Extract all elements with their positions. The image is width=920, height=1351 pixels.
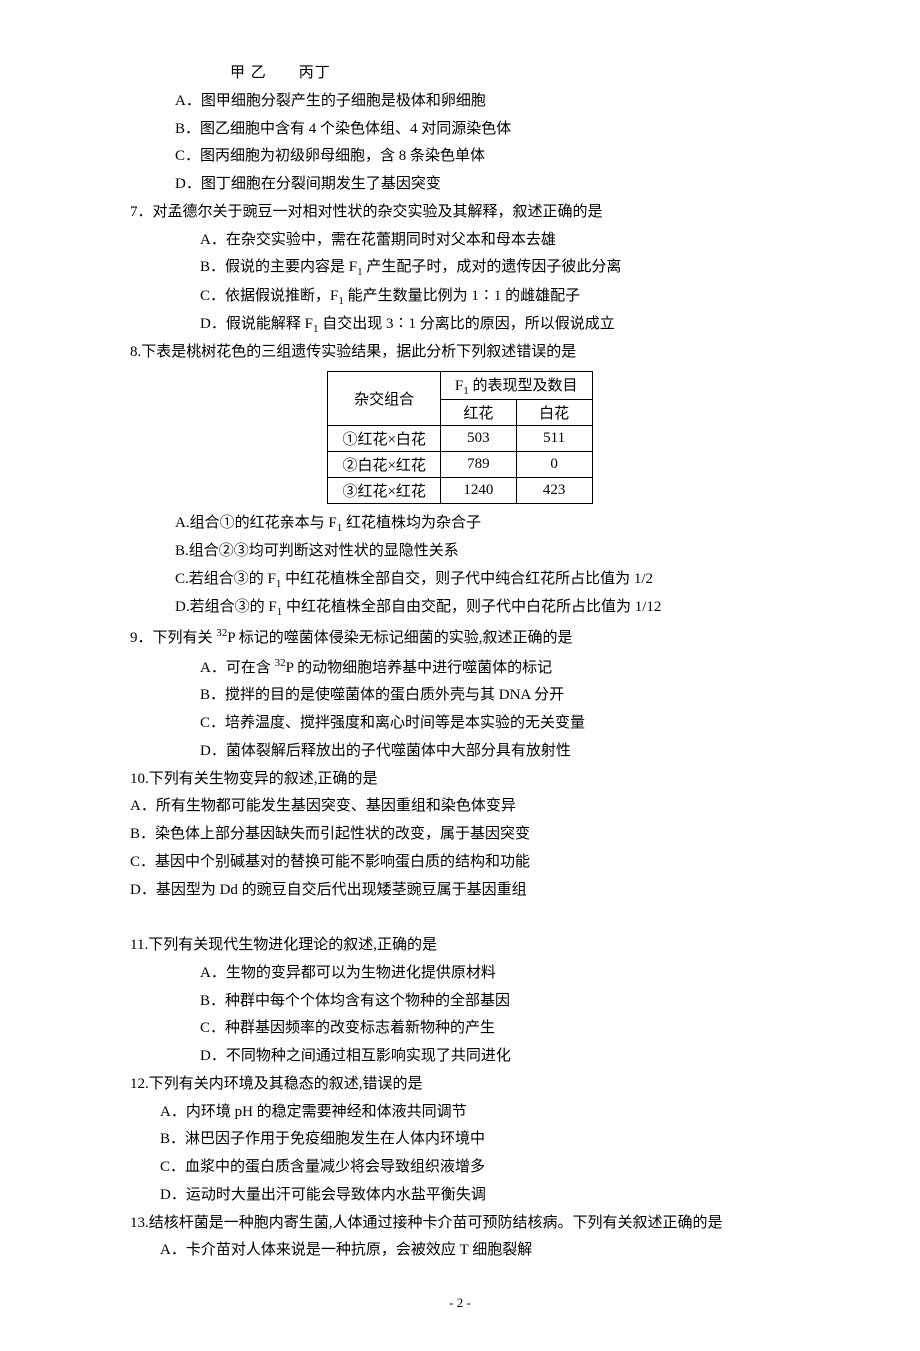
q9-option-a: A．可在含 32P 的动物细胞培养基中进行噬菌体的标记 <box>100 653 820 683</box>
q6-option-c: C．图丙细胞为初级卵母细胞，含 8 条染色单体 <box>100 143 820 171</box>
q11-option-c: C．种群基因频率的改变标志着新物种的产生 <box>100 1015 820 1043</box>
q7-b-pre: B．假说的主要内容是 F <box>200 259 357 275</box>
q9-option-b: B．搅拌的目的是使噬菌体的蛋白质外壳与其 DNA 分开 <box>100 682 820 710</box>
cell-red: 789 <box>440 452 516 478</box>
q7-d-pre: D．假说能解释 F <box>200 316 313 332</box>
q10-option-d: D．基因型为 Dd 的豌豆自交后代出现矮茎豌豆属于基因重组 <box>100 877 820 905</box>
q9-a-post: P 的动物细胞培养基中进行噬菌体的标记 <box>286 660 553 676</box>
th-white: 白花 <box>516 400 592 426</box>
th-red: 红花 <box>440 400 516 426</box>
q13-option-a: A．卡介苗对人体来说是一种抗原，会被效应 T 细胞裂解 <box>100 1237 820 1265</box>
q7-c-pre: C．依据假说推断，F <box>200 288 338 304</box>
cell-red: 503 <box>440 426 516 452</box>
q7-b-post: 产生配子时，成对的遗传因子彼此分离 <box>363 259 622 275</box>
table-header-row: 杂交组合 F1 的表现型及数目 <box>328 372 592 400</box>
cell-cross: ③红花×红花 <box>328 478 440 504</box>
blank-line <box>100 904 820 932</box>
q11-option-d: D．不同物种之间通过相互影响实现了共同进化 <box>100 1043 820 1071</box>
q8-option-a: A.组合①的红花亲本与 F1 红花植株均为杂合子 <box>100 510 820 538</box>
q10-option-c: C．基因中个别碱基对的替换可能不影响蛋白质的结构和功能 <box>100 849 820 877</box>
q8-table: 杂交组合 F1 的表现型及数目 红花 白花 ①红花×白花 503 511 ②白花… <box>327 371 592 504</box>
q9-stem-post: P 标记的噬菌体侵染无标记细菌的实验,叙述正确的是 <box>227 630 572 646</box>
table-row: ③红花×红花 1240 423 <box>328 478 592 504</box>
table-row: ①红花×白花 503 511 <box>328 426 592 452</box>
q6-option-d: D．图丁细胞在分裂间期发生了基因突变 <box>100 171 820 199</box>
q8-d-pre: D.若组合③的 F <box>175 599 277 615</box>
page-number: - 2 - <box>100 1265 820 1311</box>
cell-red: 1240 <box>440 478 516 504</box>
q11-stem: 11.下列有关现代生物进化理论的叙述,正确的是 <box>100 932 820 960</box>
q11-option-b: B．种群中每个个体均含有这个物种的全部基因 <box>100 988 820 1016</box>
q8-stem: 8.下表是桃树花色的三组遗传实验结果，据此分析下列叙述错误的是 <box>100 339 820 367</box>
figure-label-row: 甲 乙 丙丁 <box>100 60 820 88</box>
superscript-32: 32 <box>275 657 286 669</box>
q12-option-d: D．运动时大量出汗可能会导致体内水盐平衡失调 <box>100 1182 820 1210</box>
table-row: ②白花×红花 789 0 <box>328 452 592 478</box>
cell-white: 0 <box>516 452 592 478</box>
q7-option-b: B．假说的主要内容是 F1 产生配子时，成对的遗传因子彼此分离 <box>100 254 820 282</box>
q12-stem: 12.下列有关内环境及其稳态的叙述,错误的是 <box>100 1071 820 1099</box>
th-cross: 杂交组合 <box>328 372 440 426</box>
q7-option-d: D．假说能解释 F1 自交出现 3∶1 分离比的原因，所以假说成立 <box>100 311 820 339</box>
q8-a-pre: A.组合①的红花亲本与 F <box>175 515 337 531</box>
q7-stem: 7．对孟德尔关于豌豆一对相对性状的杂交实验及其解释，叙述正确的是 <box>100 199 820 227</box>
document-page: 甲 乙 丙丁 A．图甲细胞分裂产生的子细胞是极体和卵细胞 B．图乙细胞中含有 4… <box>0 0 920 1351</box>
q10-option-b: B．染色体上部分基因缺失而引起性状的改变，属于基因突变 <box>100 821 820 849</box>
q9-a-pre: A．可在含 <box>200 660 275 676</box>
q9-option-d: D．菌体裂解后释放出的子代噬菌体中大部分具有放射性 <box>100 738 820 766</box>
q9-stem-pre: 9．下列有关 <box>130 630 216 646</box>
q8-c-pre: C.若组合③的 F <box>175 571 276 587</box>
q10-stem: 10.下列有关生物变异的叙述,正确的是 <box>100 766 820 794</box>
th-f1: F1 的表现型及数目 <box>440 372 592 400</box>
superscript-32: 32 <box>216 627 227 639</box>
q7-d-post: 自交出现 3∶1 分离比的原因，所以假说成立 <box>318 316 614 332</box>
q8-d-post: 中红花植株全部自由交配，则子代中白花所占比值为 1/12 <box>282 599 661 615</box>
q9-stem: 9．下列有关 32P 标记的噬菌体侵染无标记细菌的实验,叙述正确的是 <box>100 623 820 653</box>
q10-option-a: A．所有生物都可能发生基因突变、基因重组和染色体变异 <box>100 793 820 821</box>
q11-option-a: A．生物的变异都可以为生物进化提供原材料 <box>100 960 820 988</box>
q8-a-post: 红花植株均为杂合子 <box>342 515 481 531</box>
q12-option-b: B．淋巴因子作用于免疫细胞发生在人体内环境中 <box>100 1126 820 1154</box>
q6-option-b: B．图乙细胞中含有 4 个染色体组、4 对同源染色体 <box>100 116 820 144</box>
q8-option-b: B.组合②③均可判断这对性状的显隐性关系 <box>100 538 820 566</box>
th-f1-pre: F <box>455 378 463 394</box>
q13-stem: 13.结核杆菌是一种胞内寄生菌,人体通过接种卡介苗可预防结核病。下列有关叙述正确… <box>100 1210 820 1238</box>
cell-cross: ①红花×白花 <box>328 426 440 452</box>
q8-c-post: 中红花植株全部自交，则子代中纯合红花所占比值为 1/2 <box>281 571 653 587</box>
q7-c-post: 能产生数量比例为 1∶1 的雌雄配子 <box>344 288 580 304</box>
q12-option-a: A．内环境 pH 的稳定需要神经和体液共同调节 <box>100 1099 820 1127</box>
q7-option-c: C．依据假说推断，F1 能产生数量比例为 1∶1 的雌雄配子 <box>100 283 820 311</box>
q9-option-c: C．培养温度、搅拌强度和离心时间等是本实验的无关变量 <box>100 710 820 738</box>
cell-cross: ②白花×红花 <box>328 452 440 478</box>
q12-option-c: C．血浆中的蛋白质含量减少将会导致组织液增多 <box>100 1154 820 1182</box>
q8-option-c: C.若组合③的 F1 中红花植株全部自交，则子代中纯合红花所占比值为 1/2 <box>100 566 820 594</box>
q7-option-a: A．在杂交实验中，需在花蕾期同时对父本和母本去雄 <box>100 227 820 255</box>
q8-option-d: D.若组合③的 F1 中红花植株全部自由交配，则子代中白花所占比值为 1/12 <box>100 594 820 622</box>
cell-white: 423 <box>516 478 592 504</box>
th-f1-post: 的表现型及数目 <box>469 378 578 394</box>
q6-option-a: A．图甲细胞分裂产生的子细胞是极体和卵细胞 <box>100 88 820 116</box>
cell-white: 511 <box>516 426 592 452</box>
